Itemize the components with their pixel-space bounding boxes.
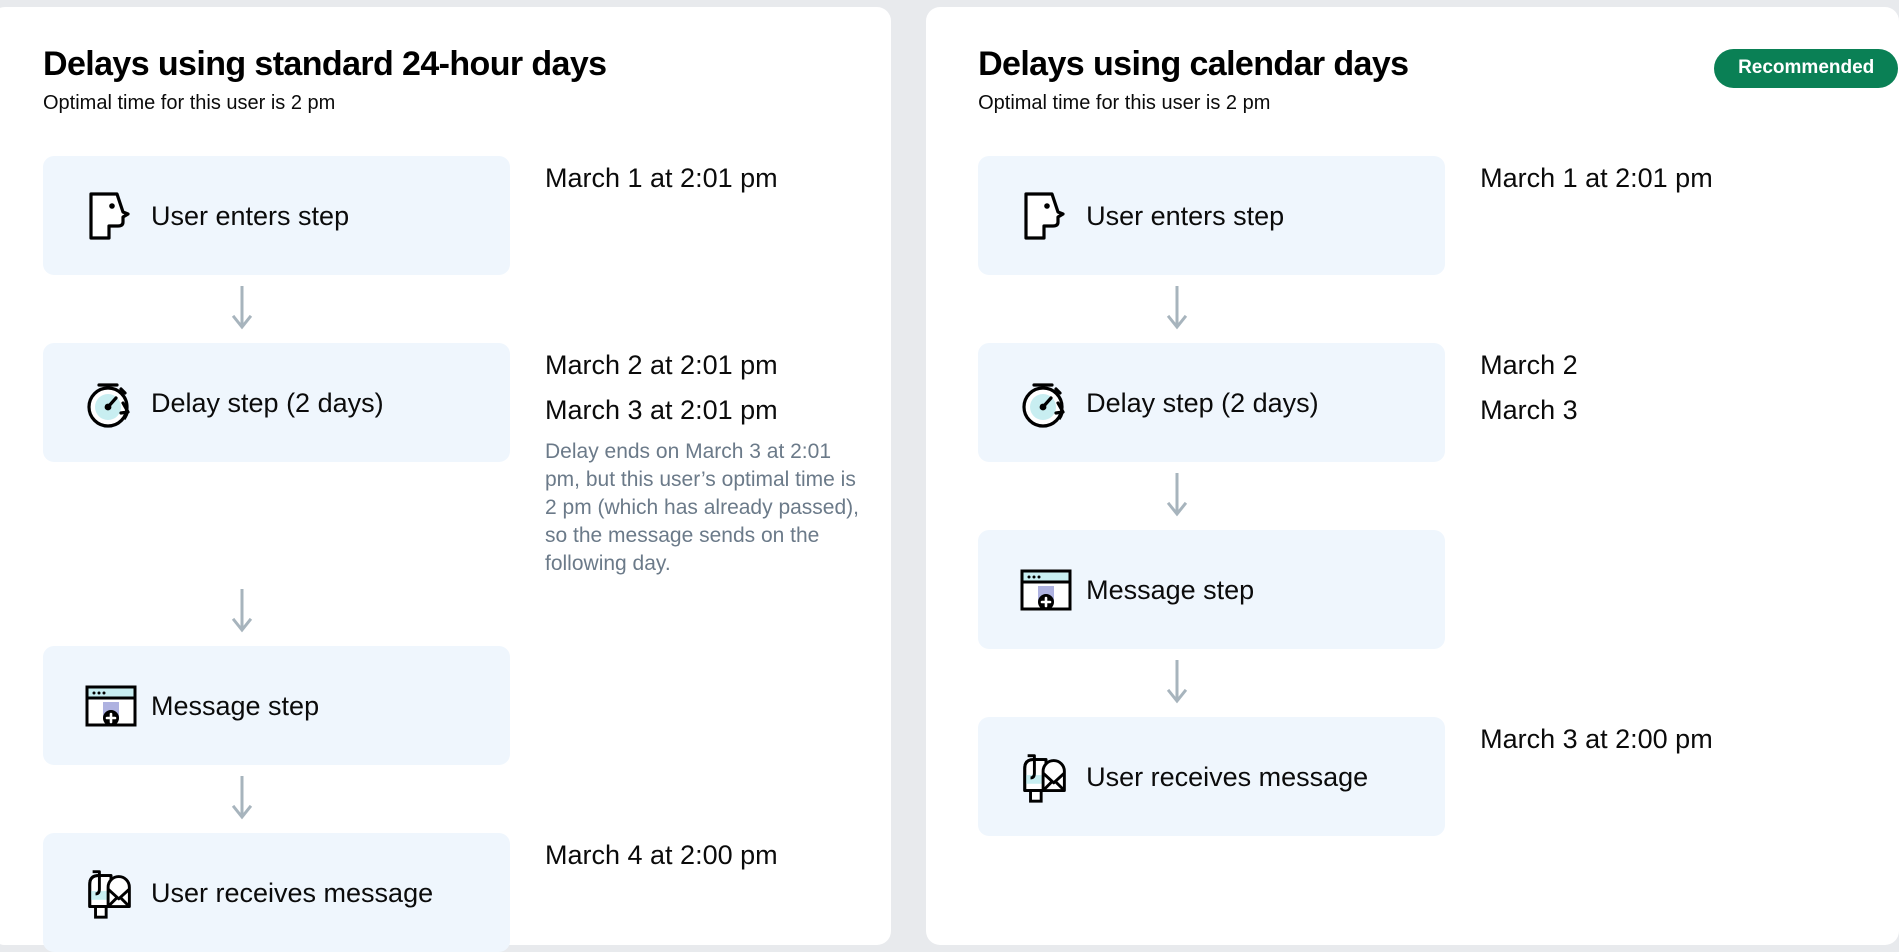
step-dates: March 1 at 2:01 pm <box>1445 156 1865 201</box>
user-enters-step-icon <box>1017 187 1075 245</box>
step-user-enters-step[interactable]: User enters step <box>43 156 510 275</box>
step-label: User enters step <box>1086 200 1285 231</box>
step-dates: March 1 at 2:01 pm <box>510 156 840 201</box>
step-column: User receives message <box>43 833 510 952</box>
step-column: Delay step (2 days) <box>978 343 1446 462</box>
date-line: March 3 <box>1480 395 1578 425</box>
user-enters-step-icon <box>82 187 140 245</box>
step-message-step[interactable]: Message step <box>43 646 510 765</box>
date-line: March 4 at 2:00 pm <box>545 840 778 870</box>
flow-connector <box>978 275 1899 343</box>
delay-explanation-note: Delay ends on March 3 at 2:01 pm, but th… <box>545 440 859 575</box>
delay-step-icon <box>82 374 140 432</box>
date-line: March 3 at 2:00 pm <box>1480 724 1713 754</box>
step-dates: March 2 March 3 <box>1445 343 1865 433</box>
flow-row: User enters step March 1 at 2:01 pm <box>978 156 1899 275</box>
flow-left: User enters step March 1 at 2:01 pm Dela… <box>43 156 891 952</box>
panel-header-right: Delays using calendar days Optimal time … <box>978 43 1899 116</box>
step-column: Delay step (2 days) <box>43 343 510 462</box>
step-dates: March 3 at 2:00 pm <box>1445 717 1865 762</box>
panel-header-left: Delays using standard 24-hour days Optim… <box>43 43 891 116</box>
step-user-receives-message[interactable]: User receives message <box>43 833 510 952</box>
step-message-step[interactable]: Message step <box>978 530 1446 649</box>
step-label: Delay step (2 days) <box>151 387 384 418</box>
flow-row: User enters step March 1 at 2:01 pm <box>43 156 891 275</box>
flow-row: Delay step (2 days) March 2 at 2:01 pm M… <box>43 343 891 578</box>
arrow-down-icon <box>43 765 510 833</box>
flow-connector <box>43 578 891 646</box>
flow-row: Message step <box>978 530 1899 649</box>
comparison-stage: Delays using standard 24-hour days Optim… <box>0 0 1899 952</box>
date-line: March 1 at 2:01 pm <box>545 163 778 193</box>
panel-subtitle: Optimal time for this user is 2 pm <box>43 92 336 114</box>
date-line: March 1 at 2:01 pm <box>1480 163 1713 193</box>
step-column: Message step <box>43 646 510 765</box>
flow-row: Message step <box>43 646 891 765</box>
arrow-down-icon <box>978 649 1445 717</box>
page-title: Delays using standard 24-hour days <box>43 45 607 83</box>
flow-connector <box>978 649 1899 717</box>
date-line: March 3 at 2:01 pm <box>545 395 778 425</box>
flow-row: Delay step (2 days) March 2 March 3 <box>978 343 1899 462</box>
step-label: User receives message <box>151 877 434 908</box>
arrow-down-icon <box>43 578 510 646</box>
flow-row: User receives message March 4 at 2:00 pm <box>43 833 891 952</box>
arrow-down-icon <box>978 275 1445 343</box>
step-delay-step[interactable]: Delay step (2 days) <box>43 343 510 462</box>
step-label: Message step <box>1086 574 1255 605</box>
step-user-receives-message[interactable]: User receives message <box>978 717 1446 836</box>
arrow-down-icon <box>978 462 1445 530</box>
flow-right: User enters step March 1 at 2:01 pm Dela… <box>978 156 1899 836</box>
step-label: User receives message <box>1086 761 1369 792</box>
step-column: User enters step <box>978 156 1446 275</box>
step-dates: March 4 at 2:00 pm <box>510 833 840 878</box>
step-delay-step[interactable]: Delay step (2 days) <box>978 343 1446 462</box>
step-label: Message step <box>151 690 320 721</box>
message-step-icon <box>1017 561 1075 619</box>
message-step-icon <box>82 677 140 735</box>
step-user-enters-step[interactable]: User enters step <box>978 156 1446 275</box>
user-receives-message-icon <box>1017 748 1075 806</box>
step-dates: March 2 at 2:01 pm March 3 at 2:01 pm De… <box>510 343 859 578</box>
panel-calendar-days: Delays using calendar days Optimal time … <box>926 7 1899 945</box>
flow-connector <box>978 462 1899 530</box>
flow-connector <box>43 275 891 343</box>
flow-connector <box>43 765 891 833</box>
user-receives-message-icon <box>82 864 140 922</box>
delay-step-icon <box>1017 374 1075 432</box>
arrow-down-icon <box>43 275 510 343</box>
page-title: Delays using calendar days <box>978 45 1409 83</box>
date-line: March 2 at 2:01 pm <box>545 350 778 380</box>
step-label: Delay step (2 days) <box>1086 387 1319 418</box>
flow-row: User receives message March 3 at 2:00 pm <box>978 717 1899 836</box>
status-badge: Recommended <box>1714 49 1899 88</box>
date-line: March 2 <box>1480 350 1578 380</box>
step-column: User enters step <box>43 156 510 275</box>
step-label: User enters step <box>151 200 350 231</box>
step-column: User receives message <box>978 717 1446 836</box>
panel-subtitle: Optimal time for this user is 2 pm <box>978 92 1271 114</box>
panel-standard-24-hour-days: Delays using standard 24-hour days Optim… <box>0 7 892 952</box>
step-column: Message step <box>978 530 1446 649</box>
